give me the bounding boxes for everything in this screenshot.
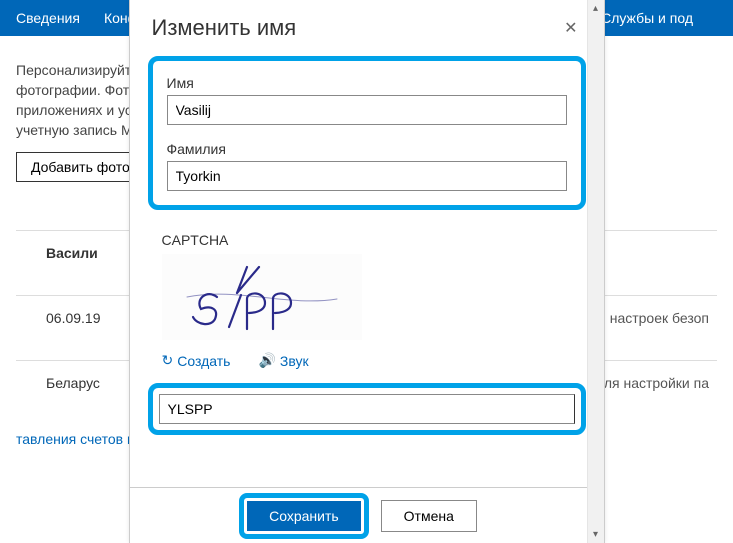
- captcha-audio-link[interactable]: 🔊 Звук: [258, 352, 308, 369]
- captcha-label: CAPTCHA: [162, 232, 604, 248]
- close-icon[interactable]: ✕: [560, 14, 581, 42]
- last-name-field[interactable]: [167, 161, 567, 191]
- cancel-button[interactable]: Отмена: [381, 500, 477, 532]
- edit-name-dialog: ▴ ▾ Изменить имя ✕ Имя Фамилия CAPTCHA: [129, 0, 605, 543]
- refresh-icon: ↻: [162, 352, 174, 369]
- name-fields-highlight: Имя Фамилия: [148, 56, 586, 210]
- captcha-regenerate-link[interactable]: ↻ Создать: [162, 352, 231, 369]
- first-name-field[interactable]: [167, 95, 567, 125]
- scroll-up-icon[interactable]: ▴: [588, 0, 604, 17]
- dialog-footer: Сохранить Отмена: [130, 487, 587, 543]
- scroll-down-icon[interactable]: ▾: [588, 526, 604, 543]
- captcha-image: [162, 254, 362, 340]
- save-highlight: Сохранить: [239, 493, 369, 539]
- first-name-label: Имя: [167, 75, 567, 91]
- dialog-title: Изменить имя: [152, 15, 297, 41]
- last-name-label: Фамилия: [167, 141, 567, 157]
- audio-label: Звук: [280, 353, 309, 369]
- save-button[interactable]: Сохранить: [247, 501, 361, 531]
- captcha-field[interactable]: [159, 394, 575, 424]
- captcha-input-highlight: [148, 383, 586, 435]
- audio-icon: 🔊: [258, 352, 275, 369]
- scrollbar[interactable]: ▴ ▾: [587, 0, 604, 543]
- regenerate-label: Создать: [177, 353, 230, 369]
- modal-overlay: ▴ ▾ Изменить имя ✕ Имя Фамилия CAPTCHA: [0, 0, 733, 543]
